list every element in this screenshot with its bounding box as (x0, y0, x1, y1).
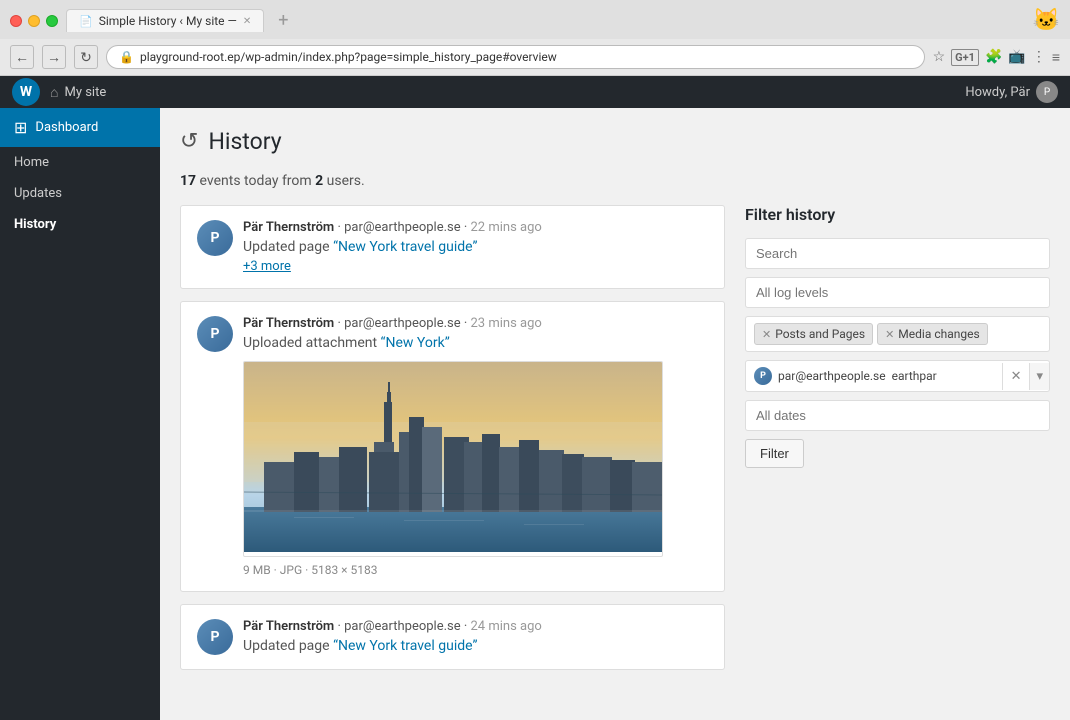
avatar: P (197, 619, 233, 655)
sidebar-item-home[interactable]: Home (0, 147, 160, 178)
filter-user-remove-button[interactable]: ✕ (1002, 363, 1030, 390)
browser-chrome: 📄 Simple History ‹ My site — ✕ + 🐱 ← → ↻… (0, 0, 1070, 76)
forward-button[interactable]: → (42, 45, 66, 69)
events-count: 17 (180, 173, 196, 189)
sidebar-item-updates[interactable]: Updates (0, 178, 160, 209)
site-name[interactable]: My site (64, 85, 106, 100)
event-author: Pär Thernström · par@earthpeople.se · 22… (243, 220, 708, 235)
wp-topbar: W ⌂ My site Howdy, Pär P (0, 76, 1070, 108)
event-header: P Pär Thernström · par@earthpeople.se · … (197, 220, 708, 274)
event-description: Updated page “New York travel guide” (243, 638, 708, 654)
browser-tab[interactable]: 📄 Simple History ‹ My site — ✕ (66, 9, 264, 32)
event-link[interactable]: “New York” (381, 335, 450, 351)
tag-remove-posts[interactable]: ✕ (762, 328, 771, 341)
browser-toolbar: ← → ↻ 🔒 playground-root.ep/wp-admin/inde… (0, 39, 1070, 75)
filter-tag-posts: ✕ Posts and Pages (754, 323, 873, 345)
toolbar-icons: ☆ G+1 🧩 📺 ⋮ ≡ (933, 49, 1060, 66)
filter-panel: Filter history ✕ Posts and Pages ✕ Media… (745, 205, 1050, 468)
avatar: P (197, 316, 233, 352)
house-icon[interactable]: ⌂ (50, 84, 58, 101)
filter-user-username: earthpar (892, 369, 937, 383)
event-description: Uploaded attachment “New York” (243, 335, 708, 351)
event-image-meta: 9 MB · JPG · 5183 × 5183 (243, 563, 708, 577)
events-summary: 17 events today from 2 users. (180, 173, 1050, 189)
wp-sidebar: ⊞ Dashboard Home Updates History (0, 108, 160, 720)
url-text: playground-root.ep/wp-admin/index.php?pa… (140, 50, 912, 64)
event-header: P Pär Thernström · par@earthpeople.se · … (197, 619, 708, 655)
howdy-text: Howdy, Pär P (965, 81, 1058, 103)
page-title: History (208, 128, 281, 155)
tab-title: Simple History ‹ My site — (99, 14, 237, 28)
event-card: P Pär Thernström · par@earthpeople.se · … (180, 604, 725, 670)
tag-remove-media[interactable]: ✕ (885, 328, 894, 341)
dashboard-icon: ⊞ (14, 118, 27, 137)
browser-dots (10, 15, 58, 27)
event-image (244, 362, 663, 552)
search-input[interactable] (745, 238, 1050, 269)
address-bar[interactable]: 🔒 playground-root.ep/wp-admin/index.php?… (106, 45, 925, 69)
wp-body: ⊞ Dashboard Home Updates History ↺ Histo… (0, 108, 1070, 720)
event-meta: Pär Thernström · par@earthpeople.se · 23… (243, 316, 708, 577)
log-level-input[interactable] (745, 277, 1050, 308)
event-header: P Pär Thernström · par@earthpeople.se · … (197, 316, 708, 577)
filter-button[interactable]: Filter (745, 439, 804, 468)
users-count: 2 (315, 173, 323, 189)
content-grid: P Pär Thernström · par@earthpeople.se · … (180, 205, 1050, 682)
maximize-button[interactable] (46, 15, 58, 27)
cast-icon[interactable]: 📺 (1008, 49, 1025, 65)
sidebar-item-history[interactable]: History (0, 209, 160, 240)
close-button[interactable] (10, 15, 22, 27)
more-icon[interactable]: ⋮ (1032, 49, 1046, 65)
event-card: P Pär Thernström · par@earthpeople.se · … (180, 301, 725, 592)
wp-main: ↺ History 17 events today from 2 users. … (160, 108, 1070, 720)
filter-user-avatar: P (754, 367, 772, 385)
browser-titlebar: 📄 Simple History ‹ My site — ✕ + 🐱 (0, 0, 1070, 39)
filter-title: Filter history (745, 205, 1050, 224)
event-link[interactable]: “New York travel guide” (333, 239, 477, 255)
event-image-wrapper (243, 361, 663, 557)
history-icon: ↺ (180, 129, 198, 154)
sidebar-dashboard[interactable]: ⊞ Dashboard (0, 108, 160, 147)
star-icon[interactable]: ☆ (933, 49, 946, 65)
refresh-button[interactable]: ↻ (74, 45, 98, 69)
dates-input[interactable] (745, 400, 1050, 431)
filter-user-email: par@earthpeople.se (778, 369, 886, 383)
cat-icon: 🐱 (1033, 8, 1060, 33)
event-description: Updated page “New York travel guide” (243, 239, 708, 255)
event-author: Pär Thernström · par@earthpeople.se · 24… (243, 619, 708, 634)
filter-tags: ✕ Posts and Pages ✕ Media changes (745, 316, 1050, 352)
minimize-button[interactable] (28, 15, 40, 27)
events-list: P Pär Thernström · par@earthpeople.se · … (180, 205, 725, 682)
event-meta: Pär Thernström · par@earthpeople.se · 22… (243, 220, 708, 274)
gplus-icon[interactable]: G+1 (951, 49, 979, 66)
user-avatar: P (1036, 81, 1058, 103)
new-tab-button[interactable]: + (272, 10, 294, 31)
filter-user-row: P par@earthpeople.se earthpar ✕ ▾ (745, 360, 1050, 392)
extensions-icon[interactable]: 🧩 (985, 49, 1002, 65)
menu-icon[interactable]: ≡ (1052, 49, 1060, 66)
avatar: P (197, 220, 233, 256)
event-meta: Pär Thernström · par@earthpeople.se · 24… (243, 619, 708, 654)
dashboard-label: Dashboard (35, 120, 98, 135)
back-button[interactable]: ← (10, 45, 34, 69)
page-title-row: ↺ History (180, 128, 1050, 155)
wp-wrapper: W ⌂ My site Howdy, Pär P ⊞ Dashboard Hom… (0, 76, 1070, 720)
wp-logo: W (12, 78, 40, 106)
event-more-link[interactable]: +3 more (243, 259, 708, 274)
filter-user-dropdown-button[interactable]: ▾ (1029, 363, 1049, 390)
filter-tag-media: ✕ Media changes (877, 323, 988, 345)
event-link[interactable]: “New York travel guide” (333, 638, 477, 654)
tab-close-icon[interactable]: ✕ (243, 16, 251, 27)
tab-favicon: 📄 (79, 15, 93, 28)
event-card: P Pär Thernström · par@earthpeople.se · … (180, 205, 725, 289)
filter-user-inner: P par@earthpeople.se earthpar (746, 361, 1002, 391)
event-author: Pär Thernström · par@earthpeople.se · 23… (243, 316, 708, 331)
